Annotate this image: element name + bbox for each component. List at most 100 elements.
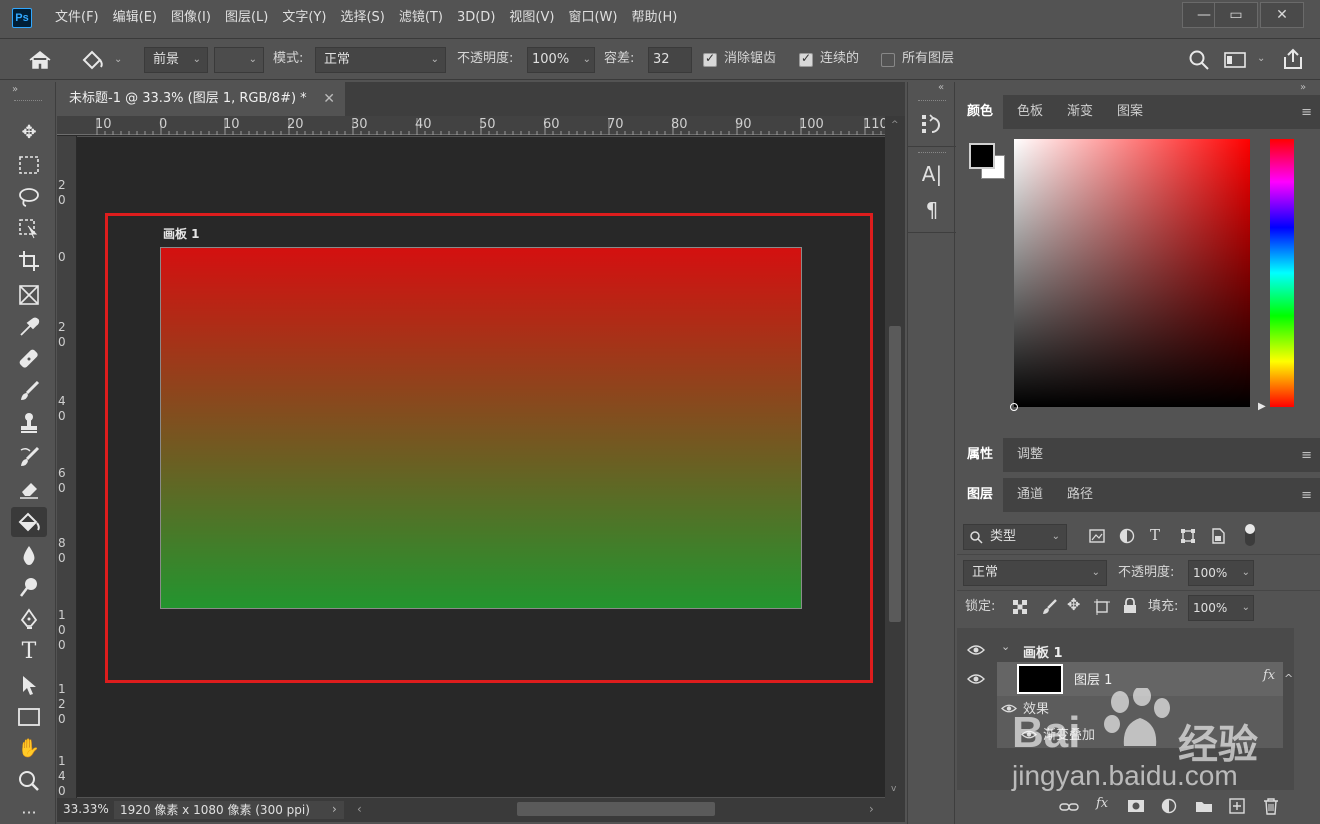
status-menu-chevron-icon[interactable]: › <box>332 798 337 820</box>
tab-layers[interactable]: 图层 <box>957 478 1004 512</box>
pattern-picker[interactable]: ⌄ <box>214 47 264 73</box>
fill-input[interactable]: 100% ⌄ <box>1188 595 1254 621</box>
home-icon[interactable] <box>28 50 52 70</box>
delete-layer-icon[interactable] <box>1263 797 1279 815</box>
marquee-tool-icon[interactable] <box>11 150 47 180</box>
blend-mode-select[interactable]: 正常 ⌄ <box>315 47 446 73</box>
type-tool-icon[interactable]: T <box>11 637 47 667</box>
more-tools-icon[interactable]: ··· <box>11 798 47 824</box>
document-tab[interactable]: 未标题-1 @ 33.3% (图层 1, RGB/8#) * ✕ <box>57 82 345 116</box>
contiguous-checkbox[interactable] <box>799 51 813 67</box>
new-layer-icon[interactable] <box>1229 798 1245 814</box>
tab-color[interactable]: 颜色 <box>957 95 1004 129</box>
layer-blend-mode-select[interactable]: 正常 ⌄ <box>963 560 1107 586</box>
move-tool-icon[interactable]: ✥ <box>11 118 47 148</box>
close-button[interactable]: ✕ <box>1260 2 1304 28</box>
hue-slider-handle[interactable]: ▶ <box>1258 401 1266 412</box>
share-icon[interactable] <box>1282 47 1304 71</box>
menu-image[interactable]: 图像(I) <box>164 0 218 36</box>
panel-menu-icon[interactable]: ≡ <box>1301 105 1312 120</box>
lock-all-icon[interactable] <box>1123 598 1137 614</box>
scroll-left-icon[interactable]: ‹ <box>357 798 362 820</box>
add-mask-icon[interactable] <box>1127 799 1145 813</box>
type-layer-filter-icon[interactable]: T <box>1150 526 1160 544</box>
new-group-icon[interactable] <box>1195 799 1213 813</box>
menu-file[interactable]: 文件(F) <box>48 0 106 36</box>
tool-preset-chevron-icon[interactable]: ⌄ <box>114 50 122 70</box>
new-adjustment-layer-icon[interactable] <box>1161 798 1177 814</box>
object-selection-tool-icon[interactable] <box>11 214 47 244</box>
tab-swatches[interactable]: 色板 <box>1007 95 1053 129</box>
adjustment-layer-filter-icon[interactable] <box>1119 528 1135 544</box>
healing-brush-tool-icon[interactable] <box>11 344 47 374</box>
add-layer-style-icon[interactable]: fx <box>1096 796 1108 811</box>
saturation-brightness-field[interactable] <box>1010 139 1250 411</box>
eye-visibility-icon[interactable] <box>967 673 985 685</box>
vertical-scrollbar[interactable]: ^ v <box>885 116 905 798</box>
chevron-down-icon[interactable]: ⌄ <box>1001 640 1010 653</box>
workspace-chevron-icon[interactable]: ⌄ <box>1257 49 1265 69</box>
opacity-input[interactable]: 100% ⌄ <box>527 47 595 73</box>
tab-adjustments[interactable]: 调整 <box>1007 438 1053 472</box>
collapse-toolbar-icon[interactable]: » <box>12 84 18 95</box>
paragraph-panel-icon[interactable]: ¶ <box>920 198 944 224</box>
eraser-tool-icon[interactable] <box>11 474 47 504</box>
panel-menu-icon[interactable]: ≡ <box>1301 448 1312 463</box>
fx-badge[interactable]: fx <box>1263 668 1275 683</box>
scroll-up-icon[interactable]: ^ <box>891 120 899 130</box>
lock-artboard-icon[interactable] <box>1094 599 1110 615</box>
lasso-tool-icon[interactable] <box>11 182 47 212</box>
pixel-layer-filter-icon[interactable] <box>1089 529 1105 543</box>
color-picker-handle[interactable] <box>1010 403 1018 411</box>
brush-tool-icon[interactable] <box>11 376 47 406</box>
all-layers-checkbox[interactable] <box>881 53 895 67</box>
foreground-color-swatch[interactable] <box>969 143 995 169</box>
tab-paths[interactable]: 路径 <box>1057 478 1103 512</box>
character-panel-icon[interactable]: A| <box>920 162 944 188</box>
layer-filter-select[interactable]: 类型 ⌄ <box>963 524 1067 550</box>
smart-object-filter-icon[interactable] <box>1210 528 1226 544</box>
link-layers-icon[interactable] <box>1059 801 1079 813</box>
hue-slider[interactable] <box>1270 139 1294 407</box>
shape-layer-filter-icon[interactable] <box>1180 528 1196 544</box>
zoom-tool-icon[interactable] <box>11 766 47 796</box>
tab-patterns[interactable]: 图案 <box>1107 95 1153 129</box>
tab-gradients[interactable]: 渐变 <box>1057 95 1103 129</box>
expand-right-dock-icon[interactable]: » <box>1300 82 1306 93</box>
fill-source-select[interactable]: 前景 ⌄ <box>144 47 208 73</box>
menu-filter[interactable]: 滤镜(T) <box>392 0 450 36</box>
close-tab-icon[interactable]: ✕ <box>323 82 335 116</box>
tab-properties[interactable]: 属性 <box>957 438 1004 472</box>
menu-type[interactable]: 文字(Y) <box>275 0 333 36</box>
chevron-up-icon[interactable]: ^ <box>1284 672 1293 685</box>
dock-grip[interactable] <box>918 100 946 101</box>
path-selection-tool-icon[interactable] <box>11 670 47 700</box>
menu-3d[interactable]: 3D(D) <box>450 0 502 36</box>
zoom-level[interactable]: 33.33% <box>63 798 109 820</box>
vertical-scroll-thumb[interactable] <box>889 326 901 622</box>
tab-channels[interactable]: 通道 <box>1007 478 1053 512</box>
canvas-area[interactable]: 画板 1 <box>77 137 885 797</box>
clone-stamp-tool-icon[interactable] <box>11 408 47 438</box>
search-icon[interactable] <box>1188 49 1210 71</box>
panel-menu-icon[interactable]: ≡ <box>1301 488 1312 503</box>
layer-name[interactable]: 图层 1 <box>1074 669 1112 688</box>
menu-select[interactable]: 选择(S) <box>333 0 391 36</box>
rectangle-tool-icon[interactable] <box>11 702 47 732</box>
menu-edit[interactable]: 编辑(E) <box>106 0 164 36</box>
workspace-icon[interactable] <box>1224 51 1248 69</box>
lock-transparent-pixels-icon[interactable] <box>1013 600 1027 614</box>
blur-tool-icon[interactable] <box>11 540 47 570</box>
eye-visibility-icon[interactable] <box>967 644 985 656</box>
dock-grip-2[interactable] <box>918 152 946 153</box>
menu-help[interactable]: 帮助(H) <box>624 0 684 36</box>
eyedropper-tool-icon[interactable] <box>11 312 47 342</box>
menu-window[interactable]: 窗口(W) <box>561 0 624 36</box>
paint-bucket-tool-icon[interactable] <box>11 507 47 537</box>
crop-tool-icon[interactable] <box>11 246 47 276</box>
layer-opacity-input[interactable]: 100% ⌄ <box>1188 560 1254 586</box>
document-info[interactable]: 1920 像素 x 1080 像素 (300 ppi) <box>114 801 344 819</box>
horizontal-scroll-thumb[interactable] <box>517 802 715 816</box>
scroll-right-icon[interactable]: › <box>869 798 874 820</box>
filter-toggle[interactable] <box>1245 524 1255 546</box>
